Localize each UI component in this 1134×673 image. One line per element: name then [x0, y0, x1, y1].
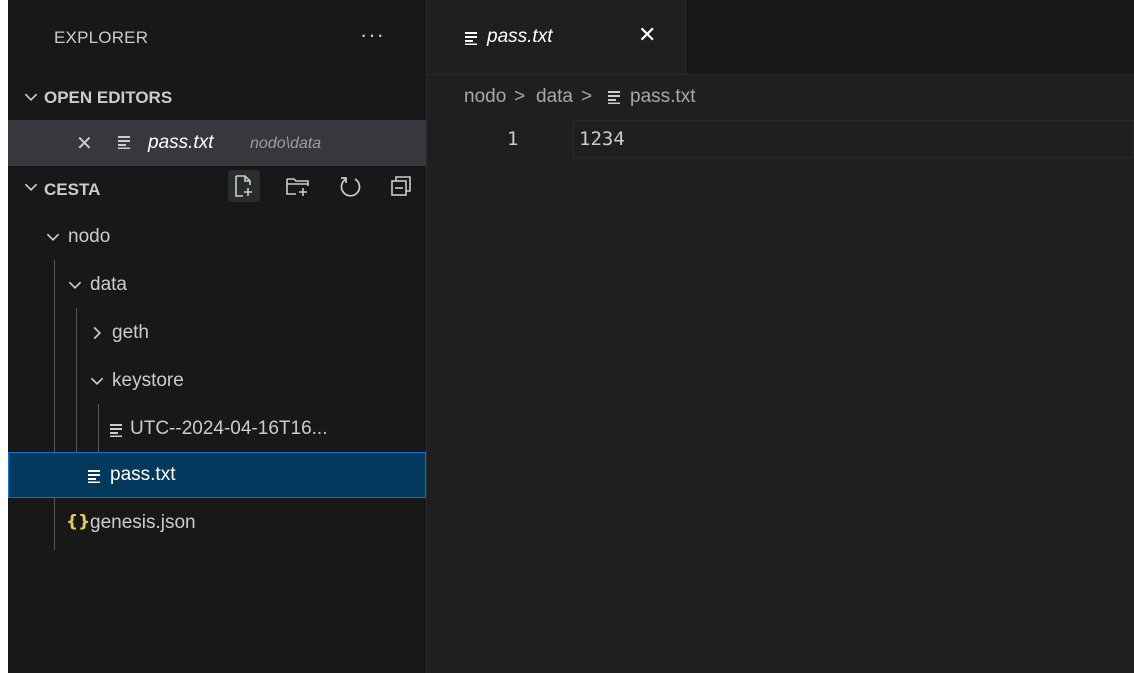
json-file-icon: {}: [66, 512, 91, 532]
close-icon[interactable]: ✕: [638, 22, 656, 48]
new-file-button[interactable]: [228, 170, 260, 202]
text-file-icon: [465, 32, 477, 45]
code-editor[interactable]: 1 1234: [427, 120, 1134, 160]
chevron-right-icon: [93, 326, 102, 340]
collapse-all-button[interactable]: [384, 170, 416, 202]
tree-label: pass.txt: [110, 464, 176, 485]
explorer-sidebar: EXPLORER ··· OPEN EDITORS ✕ pass.txt nod…: [8, 0, 427, 673]
tree-label: keystore: [112, 370, 184, 391]
tree-folder-geth[interactable]: geth: [8, 310, 426, 356]
tree-label: UTC--2024-04-16T16...: [130, 418, 328, 439]
text-file-icon: [88, 470, 100, 483]
chevron-down-icon: [46, 233, 60, 242]
new-file-icon: [235, 175, 252, 197]
explorer-title-bar: EXPLORER ···: [8, 0, 426, 76]
tree-file-genesis[interactable]: {} genesis.json: [8, 500, 426, 546]
chevron-down-icon: [24, 183, 38, 192]
code-line[interactable]: 1234: [579, 128, 625, 150]
tree-label: genesis.json: [90, 512, 196, 533]
chevron-down-icon: [68, 281, 82, 290]
tree-label: nodo: [68, 226, 111, 247]
explorer-title: EXPLORER: [54, 28, 149, 47]
line-number: 1: [507, 128, 519, 150]
collapse-all-icon: [391, 176, 411, 196]
tree-folder-data[interactable]: data: [8, 262, 426, 308]
breadcrumb-item[interactable]: nodo: [464, 86, 506, 108]
workspace-header[interactable]: CESTA: [8, 166, 426, 210]
current-line-highlight: [573, 120, 1134, 158]
breadcrumb-item[interactable]: pass.txt: [630, 86, 695, 108]
vscode-window: EXPLORER ··· OPEN EDITORS ✕ pass.txt nod…: [8, 0, 1134, 673]
open-editor-path: nodo\data: [250, 135, 322, 152]
tree-file-utc[interactable]: UTC--2024-04-16T16...: [8, 406, 426, 452]
tab-pass-txt[interactable]: pass.txt ✕: [427, 0, 686, 74]
text-file-icon: [118, 136, 130, 149]
open-editors-label: OPEN EDITORS: [44, 88, 173, 107]
refresh-button[interactable]: [334, 170, 366, 202]
breadcrumb-separator: >: [514, 86, 526, 107]
breadcrumb-item[interactable]: data: [536, 86, 573, 108]
new-folder-button[interactable]: [282, 170, 314, 202]
text-file-icon: [608, 91, 620, 104]
chevron-down-icon: [90, 377, 104, 386]
text-file-icon: [110, 424, 122, 437]
open-editor-item[interactable]: ✕ pass.txt nodo\data: [8, 120, 426, 166]
new-folder-icon: [286, 178, 309, 196]
close-icon[interactable]: ✕: [76, 131, 93, 156]
tab-bar: pass.txt ✕: [427, 0, 1134, 75]
tree-folder-nodo[interactable]: nodo: [8, 214, 426, 260]
open-editor-name: pass.txt: [148, 132, 214, 153]
more-actions-button[interactable]: ···: [360, 22, 385, 48]
tree-folder-keystore[interactable]: keystore: [8, 358, 426, 404]
tree-label: data: [90, 274, 127, 295]
tree-file-pass[interactable]: pass.txt: [8, 452, 426, 498]
tree-label: geth: [112, 322, 149, 343]
breadcrumb-separator: >: [581, 86, 593, 107]
editor-area: pass.txt ✕ nodo > data > pass.txt 1 1234: [427, 0, 1134, 673]
refresh-icon: [340, 177, 361, 197]
tab-label: pass.txt: [487, 26, 553, 47]
open-editors-header[interactable]: OPEN EDITORS: [8, 76, 426, 120]
chevron-down-icon: [24, 93, 38, 102]
workspace-label: CESTA: [44, 180, 101, 199]
